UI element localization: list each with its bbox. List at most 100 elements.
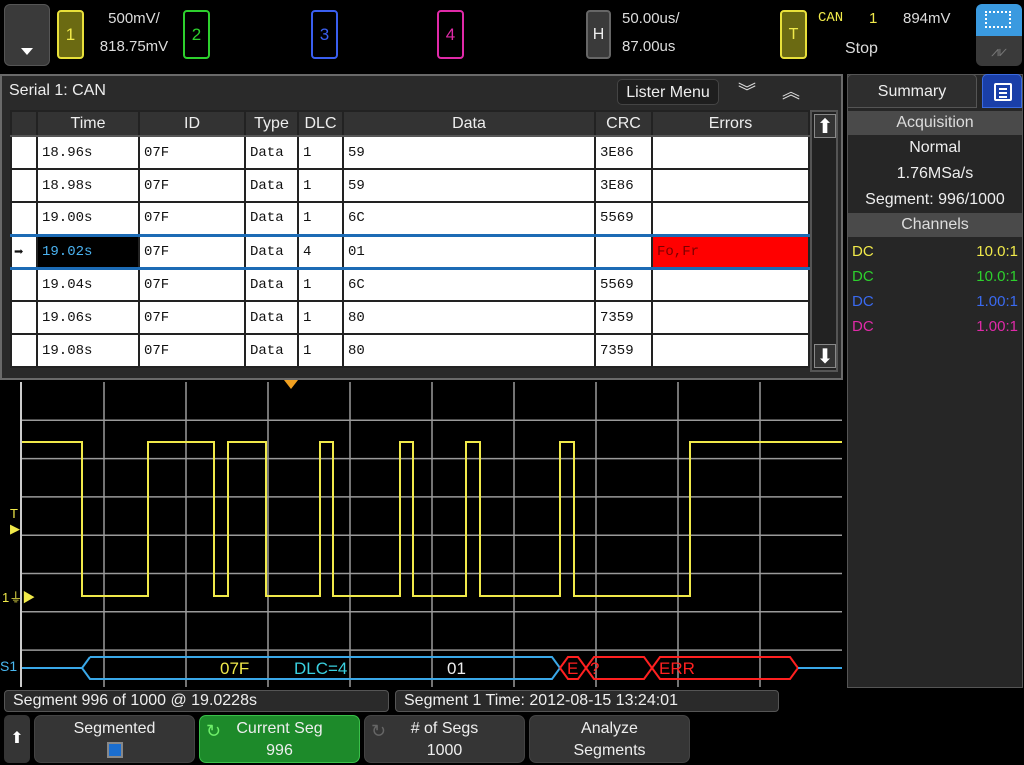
expand-up-button[interactable]: ︽ — [779, 80, 803, 104]
waveform-mode-button[interactable]: ⩘⩗ — [976, 36, 1022, 66]
cell-dlc: 1 — [297, 135, 344, 170]
probe-ratio: 1.00:1 — [976, 293, 1018, 310]
waveform-icon: ⩘⩗ — [991, 43, 1007, 59]
trigger-level-marker[interactable]: T ▶ — [10, 506, 20, 537]
table-row[interactable]: 19.04s 07F Data 1 6C 5569 — [10, 267, 810, 302]
cell-time: 19.00s — [36, 201, 140, 236]
table-row[interactable]: ➡ 19.02s 07F Data 4 01 Fo,Fr — [10, 233, 810, 270]
segment-time-status: Segment 1 Time: 2012-08-15 13:24:01 — [395, 690, 779, 712]
col-errors[interactable]: Errors — [651, 110, 810, 137]
decode-data-label: 01 — [447, 659, 466, 678]
cell-crc: 7359 — [594, 333, 653, 368]
table-row[interactable]: 19.08s 07F Data 1 80 7359 — [10, 333, 810, 368]
main-menu-button[interactable] — [4, 4, 50, 66]
col-id[interactable]: ID — [138, 110, 246, 137]
cell-time: 19.02s — [36, 233, 140, 270]
cell-time: 19.04s — [36, 267, 140, 302]
table-row[interactable]: 18.96s 07F Data 1 59 3E86 — [10, 135, 810, 170]
cell-marker — [10, 168, 38, 203]
softkey-label: Analyze — [581, 720, 638, 737]
probe-ratio: 1.00:1 — [976, 318, 1018, 335]
horizontal-button[interactable]: H — [586, 10, 611, 59]
cell-time: 18.98s — [36, 168, 140, 203]
arrow-down-icon: ⬇ — [816, 346, 834, 368]
rotate-knob-icon: ↻ — [206, 721, 222, 741]
menu-up-button[interactable]: ⬆ — [4, 715, 30, 763]
channel-2-button[interactable]: 2 — [183, 10, 210, 59]
segment-status: Segment 996 of 1000 @ 19.0228s — [4, 690, 389, 712]
cell-dlc: 4 — [297, 233, 344, 270]
cell-marker — [10, 201, 38, 236]
channel-1-offset: 818.75mV — [99, 38, 169, 55]
cell-marker — [10, 135, 38, 170]
channel-3-summary: DC 1.00:1 — [852, 293, 1018, 310]
col-type[interactable]: Type — [244, 110, 299, 137]
cell-crc: 3E86 — [594, 168, 653, 203]
table-row[interactable]: 19.00s 07F Data 1 6C 5569 — [10, 201, 810, 236]
cell-marker — [10, 333, 38, 368]
col-dlc[interactable]: DLC — [297, 110, 344, 137]
channel-1-ground-marker[interactable]: 1⏚▶ — [2, 587, 35, 606]
cell-dlc: 1 — [297, 168, 344, 203]
cell-data: 80 — [342, 300, 596, 335]
cell-marker — [10, 300, 38, 335]
chevron-down-icon — [21, 48, 33, 55]
cell-type: Data — [244, 135, 299, 170]
num-segs-softkey[interactable]: ↻ # of Segs 1000 — [364, 715, 525, 763]
cell-id: 07F — [138, 233, 246, 270]
trigger-level: 894mV — [903, 10, 951, 27]
trigger-button[interactable]: T — [780, 10, 807, 59]
channels-header: Channels — [848, 213, 1022, 237]
lister-menu-button[interactable]: Lister Menu — [617, 79, 719, 105]
cell-id: 07F — [138, 267, 246, 302]
waveform-display[interactable]: 07F DLC=4 01 E? ERR — [22, 382, 842, 687]
channel-1-summary: DC 10.0:1 — [852, 243, 1018, 260]
cell-time: 19.06s — [36, 300, 140, 335]
coupling: DC — [852, 268, 874, 285]
tab-summary[interactable]: Summary — [847, 74, 977, 108]
segmented-softkey[interactable]: Segmented — [34, 715, 195, 763]
serial-bus-label: S1 — [0, 658, 18, 674]
col-data[interactable]: Data — [342, 110, 596, 137]
scroll-down-button[interactable]: ⬇ — [814, 344, 836, 368]
oscilloscope-screen: 1 500mV/ 818.75mV 2 3 4 H 50.00us/ 87.00… — [0, 0, 1024, 765]
cell-type: Data — [244, 267, 299, 302]
analyze-segments-softkey[interactable]: Analyze Segments — [529, 715, 690, 763]
cell-type: Data — [244, 201, 299, 236]
decode-error-label: ERR — [659, 659, 695, 678]
channel-3-button[interactable]: 3 — [311, 10, 338, 59]
acquisition-mode: Normal — [909, 139, 961, 156]
cell-type: Data — [244, 333, 299, 368]
coupling: DC — [852, 318, 874, 335]
table-row[interactable]: 19.06s 07F Data 1 80 7359 — [10, 300, 810, 335]
current-seg-softkey[interactable]: ↻ Current Seg 996 — [199, 715, 360, 763]
timebase-value: 50.00us/ — [622, 10, 680, 27]
cell-dlc: 1 — [297, 201, 344, 236]
coupling: DC — [852, 293, 874, 310]
col-crc[interactable]: CRC — [594, 110, 653, 137]
rotate-knob-icon: ↻ — [371, 721, 387, 741]
channel-3-label: 3 — [319, 24, 330, 44]
scroll-up-button[interactable]: ⬆ — [814, 114, 836, 138]
cell-id: 07F — [138, 135, 246, 170]
decode-id-label: 07F — [220, 659, 249, 678]
table-row[interactable]: 18.98s 07F Data 1 59 3E86 — [10, 168, 810, 203]
channel-1-button[interactable]: 1 — [57, 10, 84, 59]
double-chevron-up-icon: ︽ — [782, 82, 800, 102]
cell-data: 6C — [342, 267, 596, 302]
col-time[interactable]: Time — [36, 110, 140, 137]
zoom-select-button[interactable] — [976, 4, 1022, 36]
lister-scrollbar[interactable]: ⬆ ⬇ — [810, 110, 838, 372]
cell-errors — [651, 168, 810, 203]
cell-id: 07F — [138, 333, 246, 368]
cell-errors — [651, 135, 810, 170]
channel-4-button[interactable]: 4 — [437, 10, 464, 59]
collapse-down-button[interactable]: ︾ — [735, 80, 759, 104]
cell-type: Data — [244, 233, 299, 270]
segment-info: Segment: 996/1000 — [865, 191, 1005, 208]
trigger-type: CAN — [818, 10, 844, 26]
cell-crc: 5569 — [594, 201, 653, 236]
softkey-label: Segmented — [73, 720, 156, 737]
arrow-up-icon: ⬆ — [10, 730, 24, 747]
tab-list-view[interactable] — [982, 74, 1022, 108]
